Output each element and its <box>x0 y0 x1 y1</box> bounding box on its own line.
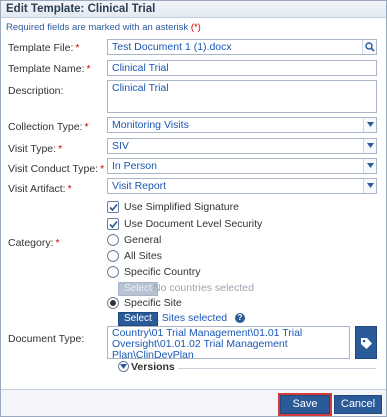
dialog-title: Edit Template: Clinical Trial <box>6 3 156 15</box>
visit-artifact-select[interactable]: Visit Report <box>107 178 377 194</box>
category-all-sites-radio[interactable]: All Sites <box>107 250 207 264</box>
required-note: Required fields are marked with an aster… <box>6 22 201 33</box>
collection-type-select[interactable]: Monitoring Visits <box>107 117 377 133</box>
document-type-field[interactable]: Country\01 Trial Management\01.01 Trial … <box>107 326 350 361</box>
save-button[interactable]: Save <box>278 393 332 416</box>
dialog-titlebar[interactable]: Edit Template: Clinical Trial <box>1 1 386 18</box>
versions-section: Versions <box>115 361 376 373</box>
tag-icon[interactable] <box>355 326 377 359</box>
radio-icon[interactable] <box>107 250 119 262</box>
chevron-down-icon[interactable] <box>363 139 376 153</box>
visit-artifact-label: Visit Artifact: * <box>8 183 72 195</box>
category-specific-site-radio[interactable]: Specific Site <box>107 297 227 311</box>
chevron-down-icon[interactable] <box>363 118 376 132</box>
document-level-security-checkbox[interactable]: Use Document Level Security <box>107 218 307 232</box>
simplified-signature-checkbox[interactable]: Use Simplified Signature <box>107 201 307 215</box>
collection-type-label: Collection Type: * <box>8 121 89 133</box>
description-textarea[interactable]: Clinical Trial <box>107 80 377 113</box>
description-label: Description: <box>8 85 64 97</box>
category-general-radio[interactable]: General <box>107 234 207 248</box>
checkbox-checked-icon[interactable] <box>107 218 119 230</box>
search-icon[interactable] <box>362 40 376 54</box>
versions-toggle[interactable]: Versions <box>115 361 178 373</box>
template-file-field[interactable]: Test Document 1 (1).docx <box>107 39 377 55</box>
category-specific-country-radio[interactable]: Specific Country <box>107 266 227 280</box>
chevron-down-icon[interactable] <box>363 179 376 193</box>
chevron-down-icon[interactable] <box>118 361 129 372</box>
radio-selected-icon[interactable] <box>107 297 119 309</box>
help-icon[interactable]: ? <box>235 313 245 323</box>
visit-conduct-type-select[interactable]: In Person <box>107 158 377 174</box>
countries-status: No countries selected <box>153 282 254 294</box>
radio-icon[interactable] <box>107 234 119 246</box>
edit-template-dialog: Edit Template: Clinical Trial Required f… <box>0 0 387 417</box>
category-label: Category: * <box>8 237 60 249</box>
chevron-down-icon[interactable] <box>363 159 376 173</box>
visit-conduct-type-label: Visit Conduct Type: * <box>8 163 105 175</box>
dialog-footer: Save Cancel <box>1 389 386 416</box>
document-type-label: Document Type: <box>8 333 85 345</box>
select-countries-button[interactable]: Select <box>118 282 158 296</box>
required-star: (*) <box>190 22 201 33</box>
visit-type-label: Visit Type: * <box>8 143 63 155</box>
template-name-label: Template Name: * <box>8 63 91 75</box>
template-file-label: Template File: * <box>8 42 80 54</box>
cancel-button[interactable]: Cancel <box>334 395 382 414</box>
template-name-input[interactable]: Clinical Trial <box>107 60 377 76</box>
sites-status: 2 Sites selected <box>153 312 228 324</box>
visit-type-select[interactable]: SIV <box>107 138 377 154</box>
select-sites-button[interactable]: Select <box>118 312 158 326</box>
checkbox-checked-icon[interactable] <box>107 201 119 213</box>
radio-icon[interactable] <box>107 266 119 278</box>
